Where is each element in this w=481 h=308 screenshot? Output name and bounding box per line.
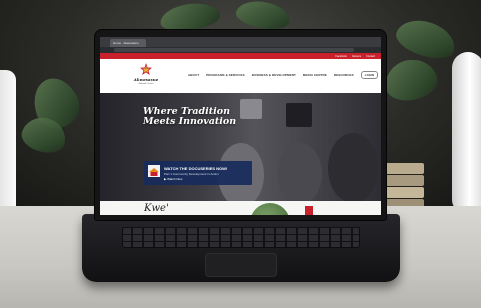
topbar-link[interactable]: Careers	[352, 55, 361, 58]
video-thumbnail	[148, 165, 160, 177]
topbar-link[interactable]: Facebook	[335, 55, 346, 58]
red-accent	[305, 206, 313, 215]
browser-tab-strip: Home · Akwesasne	[100, 37, 381, 47]
hero-banner: Where Tradition Meets Innovation WATCH T…	[100, 93, 381, 201]
nav-item-resources[interactable]: RESOURCES	[334, 73, 354, 77]
hero-title: Where Tradition Meets Innovation	[143, 107, 236, 127]
hero-photo-frame	[286, 103, 312, 127]
white-vase-left	[0, 70, 16, 220]
photo-scene: Home · Akwesasne Facebook Careers Contac…	[0, 0, 481, 308]
laptop-screen: Home · Akwesasne Facebook Careers Contac…	[100, 37, 381, 215]
site-logo[interactable]: Akwesasne Mohawk Council	[133, 63, 159, 91]
video-card-title: WATCH THE DOCUSERIES NOW!	[164, 166, 228, 171]
nav-item-business[interactable]: BUSINESS & DEVELOPMENT	[252, 73, 296, 77]
nav-item-media[interactable]: MEDIA CENTRE	[303, 73, 327, 77]
white-vase-right	[452, 52, 481, 212]
video-card[interactable]: WATCH THE DOCUSERIES NOW! Part 1 Communi…	[144, 161, 252, 185]
site-header: Akwesasne Mohawk Council ABOUT PROGRAMS …	[100, 59, 381, 93]
topbar-link[interactable]: Contact	[366, 55, 375, 58]
feature-image	[250, 203, 290, 215]
browser-tab[interactable]: Home · Akwesasne	[110, 39, 146, 47]
hero-title-line: Meets Innovation	[143, 116, 237, 127]
nav-item-about[interactable]: ABOUT	[188, 73, 199, 77]
hero-photo-frame	[240, 99, 262, 119]
welcome-section: Kwe'	[100, 201, 381, 215]
main-nav: ABOUT PROGRAMS & SERVICES BUSINESS & DEV…	[188, 71, 379, 79]
house-icon	[149, 168, 159, 176]
star-logo-icon	[140, 63, 152, 75]
welcome-heading: Kwe'	[144, 203, 169, 214]
address-bar[interactable]	[114, 48, 354, 52]
video-card-subtitle: Part 1 Community Development in Action	[164, 172, 219, 176]
hero-photo-person	[278, 143, 322, 201]
laptop-trackpad	[205, 253, 277, 277]
logo-subtitle: Mohawk Council	[138, 83, 154, 85]
laptop-keyboard	[122, 227, 360, 248]
nav-item-programs[interactable]: PROGRAMS & SERVICES	[206, 73, 245, 77]
login-button[interactable]: LOGIN	[360, 71, 379, 79]
logo-text: Akwesasne	[133, 77, 159, 82]
hero-photo-person	[328, 133, 378, 201]
watch-now-link[interactable]: ▶ Watch Now	[164, 177, 182, 181]
